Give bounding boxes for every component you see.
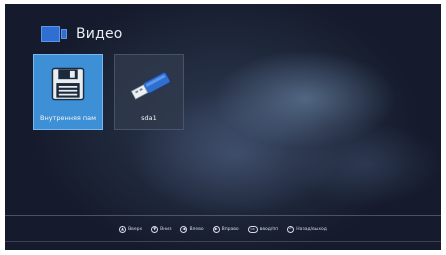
hint-label: Назад/выход	[296, 226, 327, 232]
source-tile-sda1[interactable]: sda1	[114, 54, 184, 130]
video-source-screen: Видео Внутренняя пам sda1 ▲ Вверх ▼ Вниз…	[5, 4, 441, 250]
source-tile-internal-memory[interactable]: Внутренняя пам	[33, 54, 103, 130]
hint-left: ◀ Влево	[180, 225, 204, 233]
usb-drive-icon	[130, 72, 171, 100]
arrow-down-icon: ▼	[151, 225, 159, 233]
hint-label: Вправо	[221, 226, 239, 232]
hint-back: ↶ Назад/выход	[287, 225, 327, 233]
control-hints-bar: ▲ Вверх ▼ Вниз ◀ Влево ▶ Вправо OK ввод/…	[5, 218, 441, 240]
source-tile-label: Внутренняя пам	[40, 114, 96, 122]
hint-ok: OK ввод/пп	[247, 225, 279, 233]
hint-label: Влево	[189, 226, 204, 232]
source-tile-label: sda1	[141, 114, 157, 122]
ok-icon: OK	[247, 225, 258, 233]
hint-label: Вниз	[160, 226, 172, 232]
back-icon: ↶	[287, 225, 295, 233]
hint-label: ввод/пп	[259, 226, 279, 232]
hint-label: Вверх	[128, 226, 143, 232]
hint-down: ▼ Вниз	[151, 225, 172, 233]
page-title: Видео	[76, 26, 123, 42]
tv-frame: Видео Внутренняя пам sda1 ▲ Вверх ▼ Вниз…	[0, 0, 446, 255]
floppy-disk-icon	[51, 67, 85, 101]
hint-right: ▶ Вправо	[212, 225, 239, 233]
bottom-divider	[5, 241, 441, 242]
video-folder-icon	[41, 26, 67, 42]
arrow-up-icon: ▲	[119, 225, 127, 233]
arrow-left-icon: ◀	[180, 225, 188, 233]
hint-up: ▲ Вверх	[119, 225, 143, 233]
footer-divider	[5, 215, 441, 216]
arrow-right-icon: ▶	[212, 225, 220, 233]
page-header: Видео	[41, 24, 123, 44]
